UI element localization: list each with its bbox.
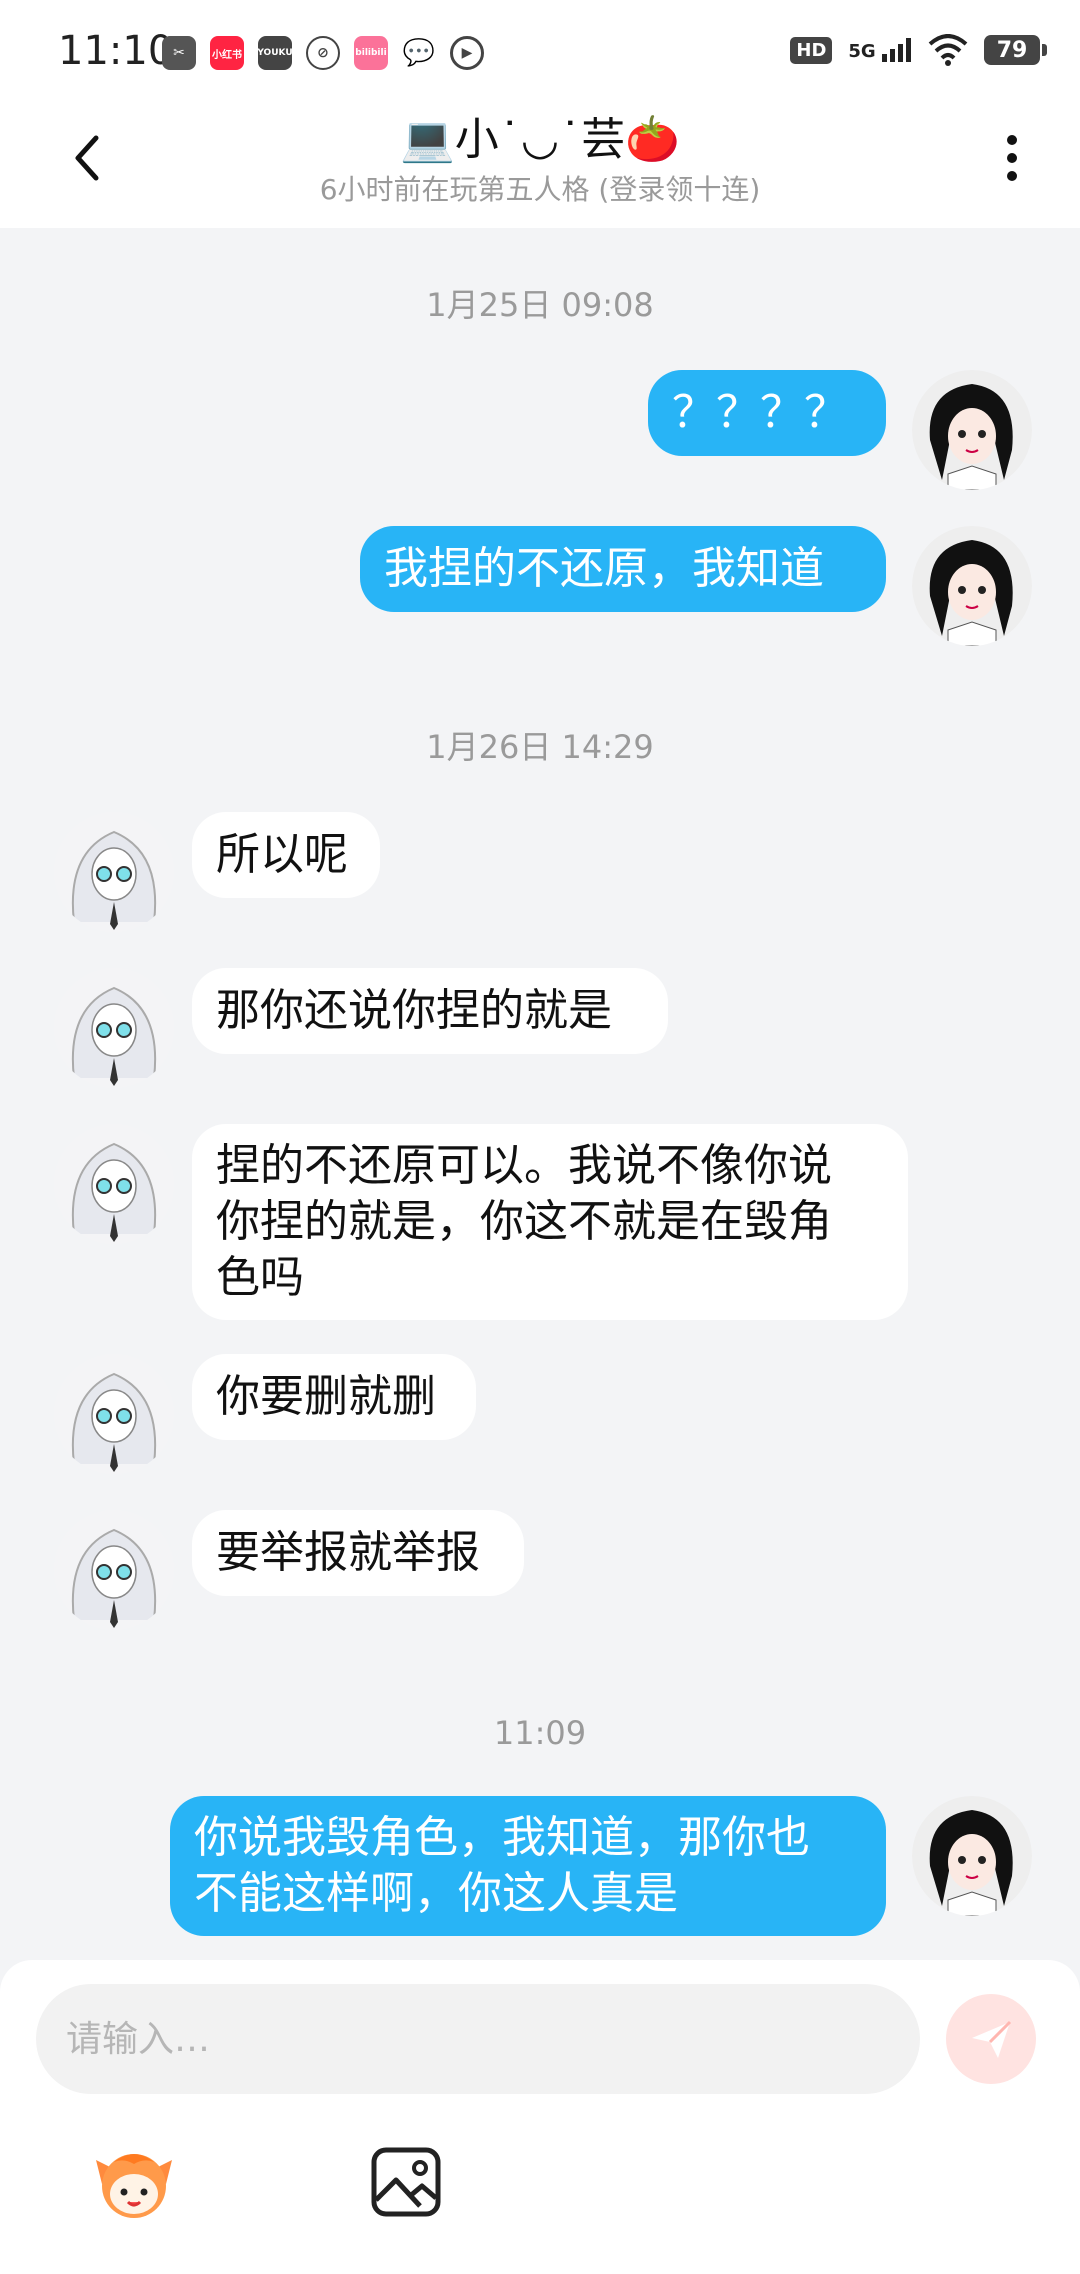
image-icon[interactable] — [364, 2140, 448, 2224]
notification-app-icons: ✂ 小红书 YOUKU ⊘ bilibili 💬 ▶ — [162, 36, 484, 70]
contact-status: 6小时前在玩第五人格 (登录领十连) — [319, 173, 761, 206]
contact-avatar[interactable] — [54, 812, 174, 932]
contact-avatar[interactable] — [54, 968, 174, 1088]
battery-icon: 79 — [984, 35, 1047, 65]
my-avatar[interactable] — [912, 370, 1032, 490]
status-bar: 11:10 ✂ 小红书 YOUKU ⊘ bilibili 💬 ▶ HD 5G 7… — [0, 0, 1080, 100]
contact-message-bubble[interactable]: 所以呢 — [192, 812, 380, 898]
send-button[interactable] — [946, 1994, 1036, 2084]
bilibili-icon: bilibili — [354, 36, 388, 70]
contact-name: 💻小˙◡˙芸🍅 — [400, 114, 680, 165]
status-time: 11:10 — [58, 28, 174, 74]
header-title-block[interactable]: 💻小˙◡˙芸🍅 6小时前在玩第五人格 (登录领十连) — [180, 108, 900, 208]
my-message-bubble[interactable]: ？？？？ — [648, 370, 886, 456]
xiaohongshu-icon: 小红书 — [210, 36, 244, 70]
message-composer — [0, 1960, 1080, 2274]
wifi-icon — [928, 34, 968, 66]
mascot-sticker-icon[interactable] — [92, 2140, 176, 2224]
my-avatar[interactable] — [912, 1796, 1032, 1916]
my-message-bubble[interactable]: 你说我毁角色，我知道，那你也 不能这样啊，你这人真是 — [170, 1796, 886, 1936]
message-list[interactable]: 1月25日 09:08 ？？？？ 我捏的不还原，我知道 1月26日 14:29 … — [0, 228, 1080, 1960]
wechat-icon: 💬 — [402, 36, 436, 70]
message-timestamp: 1月26日 14:29 — [426, 728, 654, 766]
contact-message-bubble[interactable]: 那你还说你捏的就是 — [192, 968, 668, 1054]
message-timestamp: 1月25日 09:08 — [426, 286, 654, 324]
my-message-bubble[interactable]: 我捏的不还原，我知道 — [360, 526, 886, 612]
chat-header: 💻小˙◡˙芸🍅 6小时前在玩第五人格 (登录领十连) — [0, 100, 1080, 228]
play-icon: ▶ — [450, 36, 484, 70]
more-options-icon[interactable] — [992, 128, 1032, 188]
signal-icon: 5G — [848, 38, 912, 62]
contact-avatar[interactable] — [54, 1510, 174, 1630]
message-input[interactable] — [36, 1984, 920, 2094]
status-indicators: HD 5G 79 — [790, 34, 1047, 66]
chat-screen: 11:10 ✂ 小红书 YOUKU ⊘ bilibili 💬 ▶ HD 5G 7… — [0, 0, 1080, 2274]
contact-message-bubble[interactable]: 捏的不还原可以。我说不像你说 你捏的就是，你这不就是在毁角 色吗 — [192, 1124, 908, 1320]
message-timestamp: 11:09 — [493, 1714, 587, 1752]
contact-avatar[interactable] — [54, 1124, 174, 1244]
hd-badge: HD — [790, 36, 833, 64]
youku-icon: YOUKU — [257, 36, 293, 70]
send-icon — [972, 2020, 1012, 2058]
notification-app-icon: ✂ — [162, 36, 196, 70]
my-avatar[interactable] — [912, 526, 1032, 646]
back-arrow-icon[interactable] — [60, 128, 120, 188]
contact-message-bubble[interactable]: 要举报就举报 — [192, 1510, 524, 1596]
notification-app-icon: ⊘ — [306, 36, 340, 70]
contact-avatar[interactable] — [54, 1354, 174, 1474]
contact-message-bubble[interactable]: 你要删就删 — [192, 1354, 476, 1440]
